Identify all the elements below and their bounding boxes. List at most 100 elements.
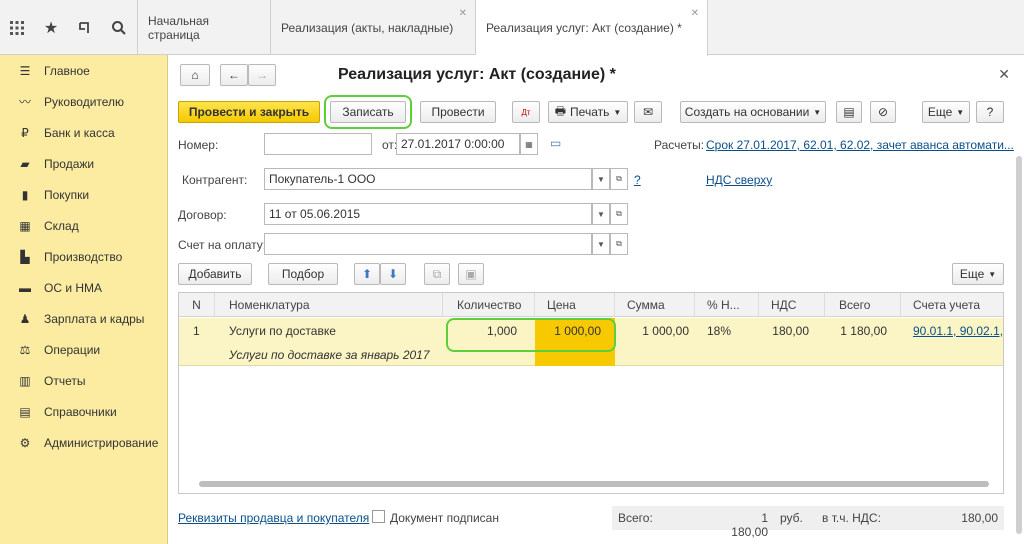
print-label: Печать bbox=[570, 105, 610, 119]
sidebar-item-production[interactable]: ▙ Производство bbox=[0, 241, 167, 272]
chevron-down-icon[interactable]: ▼ bbox=[592, 233, 610, 255]
calendar-icon[interactable]: ▦ bbox=[520, 133, 538, 155]
sidebar-item-assets[interactable]: ▬ ОС и НМА bbox=[0, 272, 167, 303]
signed-label: Документ подписан bbox=[390, 511, 499, 525]
col-total[interactable]: Всего bbox=[825, 293, 901, 317]
cell-total[interactable]: 1 180,00 bbox=[825, 318, 887, 344]
help-button[interactable]: ? bbox=[976, 101, 1004, 123]
chevron-down-icon: ▼ bbox=[613, 107, 622, 117]
move-down-icon[interactable]: ⬇ bbox=[380, 263, 406, 285]
history-icon[interactable] bbox=[68, 0, 102, 55]
chevron-down-icon[interactable]: ▼ bbox=[592, 203, 610, 225]
document-icon[interactable]: ▤ bbox=[836, 101, 862, 123]
signed-checkbox[interactable] bbox=[372, 510, 385, 523]
open-icon[interactable]: ⧉ bbox=[610, 233, 628, 255]
chevron-down-icon[interactable]: ▼ bbox=[592, 168, 610, 190]
vertical-scrollbar[interactable] bbox=[1016, 156, 1022, 534]
contract-field[interactable]: 11 от 05.06.2015 bbox=[264, 203, 592, 225]
horizontal-scrollbar[interactable] bbox=[199, 481, 989, 487]
pick-button[interactable]: Подбор bbox=[268, 263, 338, 285]
print-button[interactable]: 🖶 Печать ▼ bbox=[548, 101, 628, 123]
number-field[interactable] bbox=[264, 133, 372, 155]
post-button[interactable]: Провести bbox=[420, 101, 496, 123]
sidebar-item-admin[interactable]: ⚙ Администрирование bbox=[0, 427, 167, 458]
col-n[interactable]: N bbox=[179, 293, 215, 317]
cell-content[interactable]: Услуги по доставке за январь 2017 bbox=[229, 344, 430, 366]
sidebar-item-label: Руководителю bbox=[44, 94, 125, 109]
email-icon[interactable]: ✉ bbox=[634, 101, 662, 123]
sidebar-item-label: Покупки bbox=[44, 187, 90, 202]
cell-vat[interactable]: 180,00 bbox=[759, 318, 809, 344]
bar-chart-icon: ▥ bbox=[19, 373, 31, 388]
move-up-icon[interactable]: ⬆ bbox=[354, 263, 380, 285]
tab-home[interactable]: Начальная страница bbox=[138, 0, 271, 55]
home-button[interactable]: ⌂ bbox=[180, 64, 210, 86]
dt-kt-icon[interactable]: Дт bbox=[512, 101, 540, 123]
back-button[interactable]: ← bbox=[220, 64, 248, 86]
cell-vat-rate[interactable]: 18% bbox=[707, 318, 731, 344]
tab-current-doc[interactable]: Реализация услуг: Акт (создание) * ✕ bbox=[476, 0, 708, 56]
sidebar-item-label: ОС и НМА bbox=[44, 280, 103, 295]
sidebar-item-bank[interactable]: ₽ Банк и касса bbox=[0, 117, 167, 148]
sidebar-item-reports[interactable]: ▥ Отчеты bbox=[0, 365, 167, 396]
col-qty[interactable]: Количество bbox=[443, 293, 535, 317]
sidebar-item-warehouse[interactable]: ▦ Склад bbox=[0, 210, 167, 241]
search-icon[interactable] bbox=[102, 0, 136, 55]
tab-label: Реализация услуг: Акт (создание) * bbox=[486, 21, 682, 35]
invoice-field[interactable] bbox=[264, 233, 592, 255]
forward-button[interactable]: → bbox=[248, 64, 276, 86]
sidebar-item-label: Зарплата и кадры bbox=[44, 311, 145, 326]
apps-grid-icon[interactable] bbox=[0, 0, 34, 55]
paste-icon[interactable]: ▣ bbox=[458, 263, 484, 285]
close-tab-icon[interactable]: ✕ bbox=[691, 8, 699, 19]
create-based-label: Создать на основании bbox=[684, 105, 810, 119]
more-button[interactable]: Еще ▼ bbox=[922, 101, 970, 123]
settlements-link[interactable]: Срок 27.01.2017, 62.01, 62.02, зачет ава… bbox=[706, 138, 1014, 152]
tab-sales-list[interactable]: Реализация (акты, накладные) ✕ bbox=[271, 0, 476, 55]
sidebar-item-manager[interactable]: 〰 Руководителю bbox=[0, 86, 167, 117]
cell-accounts[interactable]: 90.01.1, 90.02.1, ... bbox=[913, 318, 1003, 344]
sidebar-item-label: Продажи bbox=[44, 156, 95, 171]
cell-sum[interactable]: 1 000,00 bbox=[615, 318, 695, 344]
copy-icon[interactable]: ⧉ bbox=[424, 263, 450, 285]
col-sum[interactable]: Сумма bbox=[615, 293, 695, 317]
favorites-star-icon[interactable]: ★ bbox=[34, 0, 68, 55]
sidebar: ☰ Главное 〰 Руководителю ₽ Банк и касса ▰ Пр… bbox=[0, 55, 168, 544]
comment-icon[interactable]: ▭ bbox=[550, 136, 561, 150]
sidebar-item-salary[interactable]: ♟ Зарплата и кадры bbox=[0, 303, 167, 334]
sidebar-item-label: Администрирование bbox=[44, 435, 159, 450]
sidebar-item-label: Производство bbox=[44, 249, 123, 264]
open-icon[interactable]: ⧉ bbox=[610, 168, 628, 190]
col-vat-rate[interactable]: % Н... bbox=[695, 293, 759, 317]
create-based-button[interactable]: Создать на основании ▼ bbox=[680, 101, 826, 123]
vat-on-top-link[interactable]: НДС сверху bbox=[706, 173, 772, 187]
operations-icon: ⚖ bbox=[19, 342, 31, 357]
sidebar-item-catalogs[interactable]: ▤ Справочники bbox=[0, 396, 167, 427]
close-icon[interactable]: ✕ bbox=[998, 66, 1010, 83]
col-item[interactable]: Номенклатура bbox=[215, 293, 443, 317]
save-button[interactable]: Записать bbox=[330, 101, 406, 123]
attachment-icon[interactable]: ⊘ bbox=[870, 101, 896, 123]
add-button[interactable]: Добавить bbox=[178, 263, 252, 285]
col-price[interactable]: Цена bbox=[535, 293, 615, 317]
seller-buyer-link[interactable]: Реквизиты продавца и покупателя bbox=[178, 511, 369, 525]
sidebar-item-main[interactable]: ☰ Главное bbox=[0, 55, 167, 86]
sidebar-item-purchases[interactable]: ▮ Покупки bbox=[0, 179, 167, 210]
col-vat[interactable]: НДС bbox=[759, 293, 825, 317]
post-and-close-button[interactable]: Провести и закрыть bbox=[178, 101, 320, 123]
close-tab-icon[interactable]: ✕ bbox=[459, 8, 467, 19]
date-field[interactable]: 27.01.2017 0:00:00 bbox=[396, 133, 520, 155]
sidebar-item-label: Отчеты bbox=[44, 373, 86, 388]
open-icon[interactable]: ⧉ bbox=[610, 203, 628, 225]
sidebar-item-sales[interactable]: ▰ Продажи bbox=[0, 148, 167, 179]
sidebar-item-operations[interactable]: ⚖ Операции bbox=[0, 334, 167, 365]
cell-item[interactable]: Услуги по доставке bbox=[229, 318, 336, 344]
date-label: от: bbox=[382, 138, 398, 152]
chevron-down-icon: ▼ bbox=[956, 107, 965, 117]
counterparty-field[interactable]: Покупатель-1 ООО bbox=[264, 168, 592, 190]
table-more-button[interactable]: Еще ▼ bbox=[952, 263, 1004, 285]
col-accounts[interactable]: Счета учета bbox=[901, 293, 1003, 317]
help-link[interactable]: ? bbox=[634, 173, 641, 187]
cart-icon: ▮ bbox=[21, 187, 29, 202]
settlements-label: Расчеты: bbox=[654, 138, 705, 152]
